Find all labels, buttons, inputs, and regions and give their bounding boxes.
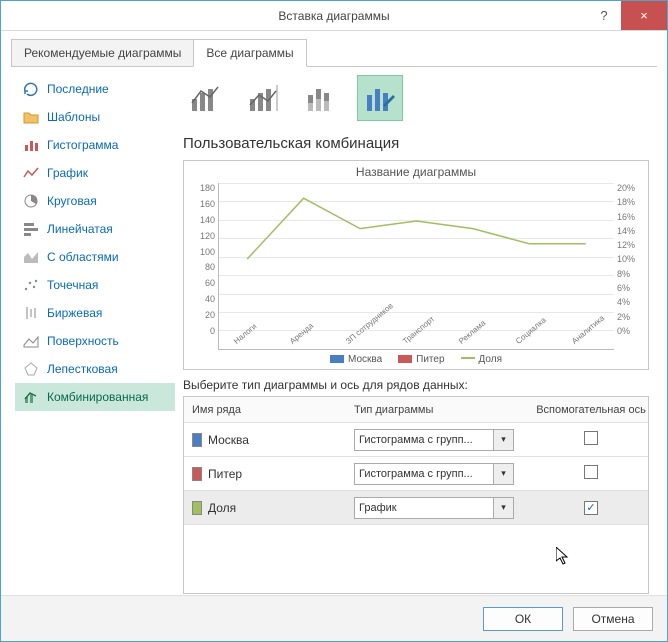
chevron-down-icon[interactable]: ▾ [493,464,513,484]
sidebar-item-label: Линейчатая [47,222,113,236]
cursor-icon [556,547,572,567]
sidebar-item-stock[interactable]: Биржевая [15,299,175,327]
window-title: Вставка диаграммы [1,9,667,23]
sidebar-item-bar[interactable]: Линейчатая [15,215,175,243]
recent-icon [23,81,39,97]
sidebar-item-combo[interactable]: Комбинированная [15,383,175,411]
tab-all[interactable]: Все диаграммы [193,39,306,67]
combo-subtype-1[interactable] [183,75,229,121]
sidebar-item-label: Комбинированная [47,390,148,404]
series-instruction: Выберите тип диаграммы и ось для рядов д… [183,378,649,392]
chart-type-dropdown[interactable]: Гистограмма с групп...▾ [354,429,514,451]
chevron-down-icon[interactable]: ▾ [493,430,513,450]
ok-button[interactable]: ОК [483,607,563,631]
combo-subtype-row [183,75,649,121]
col-secondary-axis: Вспомогательная ось [534,404,648,416]
sidebar-item-label: Круговая [47,194,97,208]
chart-grid: НалогиАрендаЗП сотрудниковТранспортРекла… [218,183,614,350]
series-name-label: Питер [208,467,242,481]
cancel-button[interactable]: Отмена [573,607,653,631]
combo-chart-icon [23,389,39,405]
series-table: Имя ряда Тип диаграммы Вспомогательная о… [183,396,649,594]
scatter-chart-icon [23,277,39,293]
series-color-swatch [192,467,202,481]
sidebar-item-label: Гистограмма [47,138,118,152]
secondary-axis-checkbox[interactable] [584,431,598,445]
series-name-label: Москва [208,433,249,447]
series-row[interactable]: Москва Гистограмма с групп...▾ [184,423,648,457]
sidebar-item-label: Точечная [47,278,98,292]
combo-subtype-custom[interactable] [357,75,403,121]
pie-chart-icon [23,193,39,209]
section-title: Пользовательская комбинация [183,135,649,152]
sidebar-item-label: С областями [47,250,119,264]
col-chart-type: Тип диаграммы [354,404,534,416]
sidebar-item-label: График [47,166,88,180]
titlebar: Вставка диаграммы ? × [1,1,667,31]
column-chart-icon [23,137,39,153]
sidebar-item-scatter[interactable]: Точечная [15,271,175,299]
sidebar-item-radar[interactable]: Лепестковая [15,355,175,383]
chart-type-dropdown[interactable]: График▾ [354,497,514,519]
secondary-axis-checkbox[interactable] [584,465,598,479]
radar-chart-icon [23,361,39,377]
tab-recommended[interactable]: Рекомендуемые диаграммы [11,39,194,67]
sidebar-item-label: Биржевая [47,306,102,320]
insert-chart-dialog: Вставка диаграммы ? × Рекомендуемые диаг… [0,0,668,642]
chart-title: Название диаграммы [192,165,640,179]
series-color-swatch [192,501,202,515]
series-row[interactable]: Доля График▾ [184,491,648,525]
tabs: Рекомендуемые диаграммы Все диаграммы [1,31,667,67]
combo-subtype-3[interactable] [299,75,345,121]
sidebar-item-pie[interactable]: Круговая [15,187,175,215]
series-name-label: Доля [208,501,236,515]
y-axis-primary: 180160140120100806040200 [192,183,218,350]
chevron-down-icon[interactable]: ▾ [493,498,513,518]
y-axis-secondary: 20%18%16%14%12%10%8%6%4%2%0% [614,183,640,350]
chart-categories-sidebar: Последние Шаблоны Гистограмма График Кру… [11,67,179,594]
line-chart-icon [23,165,39,181]
series-row[interactable]: Питер Гистограмма с групп...▾ [184,457,648,491]
sidebar-item-label: Лепестковая [47,362,118,376]
sidebar-item-label: Поверхность [47,334,119,348]
folder-icon [23,109,39,125]
secondary-axis-checkbox[interactable] [584,501,598,515]
stock-chart-icon [23,305,39,321]
sidebar-item-label: Шаблоны [47,110,100,124]
bar-chart-icon [23,221,39,237]
surface-chart-icon [23,333,39,349]
sidebar-item-templates[interactable]: Шаблоны [15,103,175,131]
dialog-footer: ОК Отмена [1,595,667,641]
chart-preview: Название диаграммы 180160140120100806040… [183,160,649,370]
series-color-swatch [192,433,202,447]
sidebar-item-surface[interactable]: Поверхность [15,327,175,355]
sidebar-item-column[interactable]: Гистограмма [15,131,175,159]
sidebar-item-line[interactable]: График [15,159,175,187]
area-chart-icon [23,249,39,265]
chart-type-dropdown[interactable]: Гистограмма с групп...▾ [354,463,514,485]
sidebar-item-label: Последние [47,82,109,96]
combo-subtype-2[interactable] [241,75,287,121]
sidebar-item-recent[interactable]: Последние [15,75,175,103]
sidebar-item-area[interactable]: С областями [15,243,175,271]
col-series-name: Имя ряда [184,404,354,416]
